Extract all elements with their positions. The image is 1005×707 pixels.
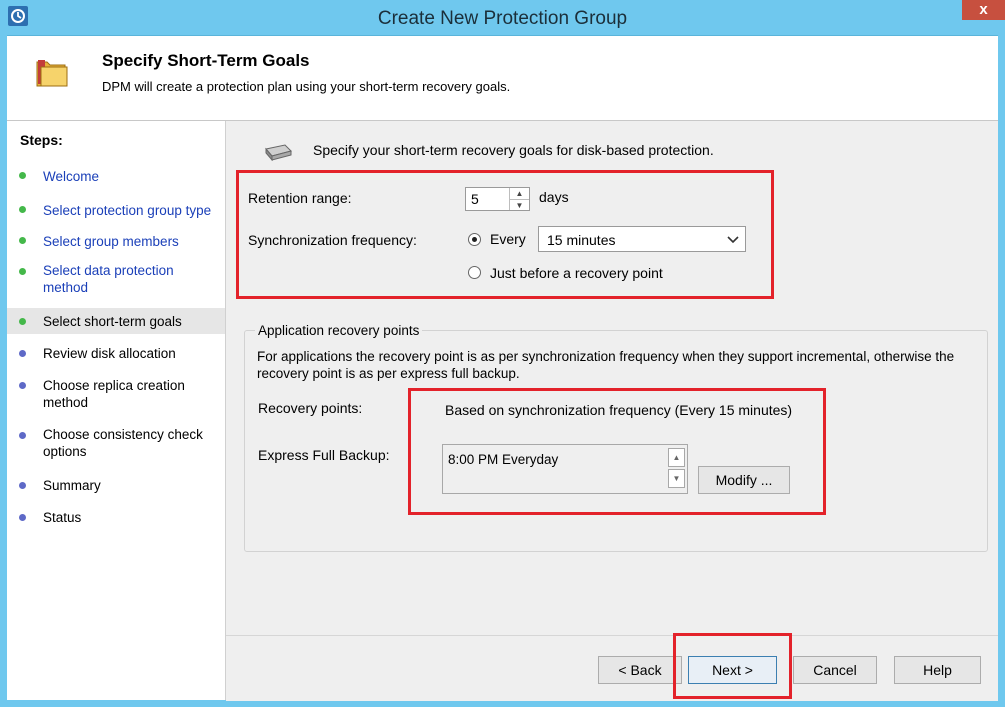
folder-icon (36, 60, 68, 87)
step-select-short-term-goals[interactable]: Select short-term goals (7, 308, 225, 334)
step-label: Choose replica creation method (43, 378, 185, 410)
step-welcome[interactable]: Welcome (7, 166, 225, 188)
step-choose-replica-creation-method: Choose replica creation method (7, 375, 225, 413)
step-status-dot (19, 268, 26, 275)
disk-icon (265, 144, 292, 161)
step-label: Select data protection method (43, 263, 174, 295)
window-frame-bottom (0, 700, 1005, 707)
steps-sidebar: Steps: Welcome Select protection group t… (7, 121, 226, 700)
step-status-dot (19, 206, 26, 213)
step-status-dot (19, 350, 26, 357)
wizard-header: Specify Short-Term Goals DPM will create… (7, 36, 998, 121)
recovery-points-label: Recovery points: (258, 400, 363, 416)
step-status-dot (19, 514, 26, 521)
step-status-dot (19, 482, 26, 489)
step-summary: Summary (7, 475, 225, 497)
window-title: Create New Protection Group (377, 8, 628, 29)
cancel-button[interactable]: Cancel (793, 656, 877, 684)
close-button[interactable]: x (962, 0, 1005, 20)
application-recovery-points-title: Application recovery points (255, 323, 423, 338)
step-choose-consistency-check-options: Choose consistency check options (7, 425, 225, 463)
back-button[interactable]: < Back (598, 656, 682, 684)
step-label: Summary (43, 478, 101, 493)
steps-title: Steps: (20, 132, 63, 148)
highlight-box-recovery-points (408, 388, 826, 515)
step-status-dot (19, 432, 26, 439)
step-label: Select group members (43, 234, 179, 249)
step-status-dot (19, 318, 26, 325)
highlight-box-next (673, 633, 792, 699)
step-select-protection-group-type[interactable]: Select protection group type (7, 199, 225, 221)
step-label: Choose consistency check options (43, 427, 203, 459)
step-status-dot (19, 237, 26, 244)
window-frame-right (998, 35, 1005, 707)
title-bar: Create New Protection Group (0, 0, 1005, 36)
express-full-backup-label: Express Full Backup: (258, 447, 390, 463)
step-label: Select short-term goals (43, 314, 182, 329)
step-status: Status (7, 507, 225, 529)
step-status-dot (19, 172, 26, 179)
step-status-dot (19, 382, 26, 389)
step-label: Select protection group type (43, 203, 212, 218)
application-recovery-description: For applications the recovery point is a… (257, 349, 955, 381)
page-title: Specify Short-Term Goals (102, 51, 310, 70)
step-label: Welcome (43, 169, 100, 184)
step-select-data-protection-method[interactable]: Select data protection method (7, 261, 225, 299)
highlight-box-retention (236, 170, 774, 299)
step-label: Review disk allocation (43, 346, 176, 361)
intro-text: Specify your short-term recovery goals f… (313, 142, 714, 158)
page-subtitle: DPM will create a protection plan using … (102, 79, 511, 94)
window-frame-left (0, 35, 7, 707)
help-button[interactable]: Help (894, 656, 981, 684)
step-label: Status (43, 510, 82, 525)
step-review-disk-allocation: Review disk allocation (7, 343, 225, 365)
step-select-group-members[interactable]: Select group members (7, 230, 225, 252)
